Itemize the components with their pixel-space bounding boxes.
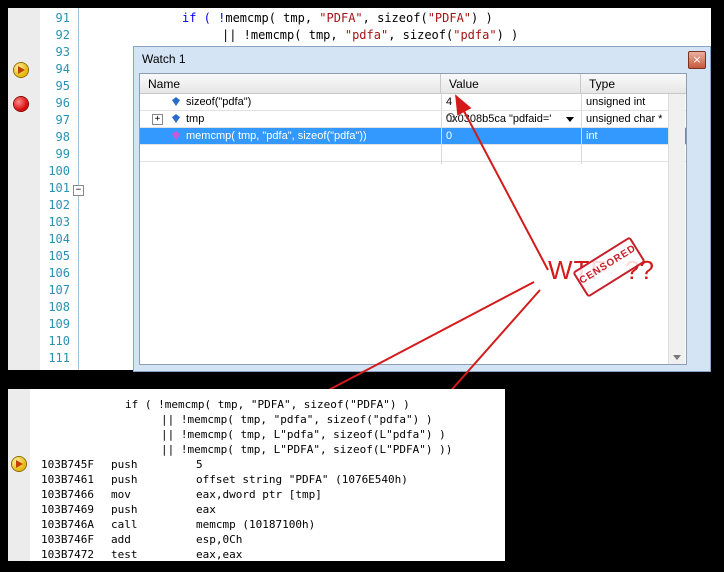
watch-name: tmp	[186, 113, 205, 125]
line-number: 108	[48, 300, 70, 314]
instruction-opcode: call	[111, 518, 138, 531]
instruction-address: 103B746A	[41, 518, 94, 531]
dropdown-icon[interactable]	[566, 117, 574, 122]
code-token: ) )	[496, 28, 519, 42]
line-number: 97	[55, 113, 70, 127]
watch-value[interactable]: 0	[446, 128, 576, 144]
watch-titlebar[interactable]: Watch 1 ×	[134, 47, 710, 71]
scroll-down-icon[interactable]	[673, 355, 681, 360]
field-icon	[172, 114, 180, 123]
line-number: 110	[48, 334, 70, 348]
code-string: "PDFA"	[427, 11, 472, 25]
line-number: 98	[55, 130, 70, 144]
column-header-type[interactable]: Type	[581, 74, 686, 94]
instruction-operand: eax,eax	[196, 548, 243, 561]
line-number: 102	[48, 198, 70, 212]
line-number: 107	[48, 283, 70, 297]
line-number: 100	[48, 164, 70, 178]
watch-title: Watch 1	[142, 52, 186, 66]
code-token: ( tmp,	[294, 28, 345, 42]
current-statement-arrow-icon	[14, 63, 28, 77]
code-token: , sizeof(	[388, 28, 454, 42]
instruction-opcode: push	[111, 473, 138, 486]
current-instruction-arrow-icon	[12, 457, 26, 471]
column-divider	[581, 94, 582, 164]
watch-value[interactable]: 0x0308b5ca "pdfaid='h	[446, 111, 551, 127]
code-token: ( tmp,	[268, 11, 320, 25]
code-line-91: if ( !memcmp( tmp, "PDFA", sizeof("PDFA"…	[182, 10, 493, 27]
line-number: 93	[55, 45, 70, 59]
column-header-value[interactable]: Value	[441, 74, 581, 94]
line-number: 95	[55, 79, 70, 93]
line-number: 111	[48, 351, 70, 365]
instruction-address: 103B745F	[41, 458, 94, 471]
instruction-address: 103B7469	[41, 503, 94, 516]
instruction-opcode: push	[111, 458, 138, 471]
code-line-92: || !memcmp( tmp, "pdfa", sizeof("pdfa") …	[222, 27, 518, 44]
source-line: || !memcmp( tmp, L"pdfa", sizeof(L"pdfa"…	[161, 428, 446, 441]
instruction-operand: esp,0Ch	[196, 533, 243, 546]
instruction-address: 103B7466	[41, 488, 94, 501]
line-number: 92	[55, 28, 70, 42]
column-header-name[interactable]: Name	[140, 74, 441, 94]
watch-row-empty[interactable]	[140, 145, 686, 162]
instruction-address: 103B7461	[41, 473, 94, 486]
code-token: memcmp	[250, 28, 295, 42]
line-number: 105	[48, 249, 70, 263]
line-number: 104	[48, 232, 70, 246]
instruction-operand: offset string "PDFA" (1076E540h)	[196, 473, 408, 486]
code-string: "pdfa"	[344, 28, 389, 42]
instruction-opcode: add	[111, 533, 131, 546]
line-number: 94	[55, 62, 70, 76]
disassembly-margin[interactable]	[8, 389, 30, 561]
instruction-opcode: test	[111, 548, 138, 561]
code-string: "pdfa"	[453, 28, 497, 42]
line-number: 101	[48, 181, 70, 195]
line-number: 103	[48, 215, 70, 229]
watch-name: memcmp( tmp, "pdfa", sizeof("pdfa"))	[186, 130, 367, 142]
source-line: || !memcmp( tmp, "pdfa", sizeof("pdfa") …	[161, 413, 433, 426]
watch-row[interactable]: + tmp 0x0308b5ca "pdfaid='h unsigned cha…	[140, 111, 686, 128]
instruction-address: 103B746F	[41, 533, 94, 546]
code-token: , sizeof(	[362, 11, 428, 25]
watch-name: sizeof("pdfa")	[186, 96, 252, 108]
code-token: || !	[222, 28, 251, 42]
line-number: 99	[55, 147, 70, 161]
code-token: memcmp	[225, 11, 269, 25]
line-number: 106	[48, 266, 70, 280]
source-line: if ( !memcmp( tmp, "PDFA", sizeof("PDFA"…	[125, 398, 410, 411]
watch-value[interactable]: 4	[446, 94, 576, 110]
watch-row[interactable]: sizeof("pdfa") 4 unsigned int	[140, 94, 686, 111]
breakpoint-icon[interactable]	[14, 97, 28, 111]
instruction-opcode: mov	[111, 488, 131, 501]
instruction-operand: eax	[196, 503, 216, 516]
instruction-address: 103B7472	[41, 548, 94, 561]
code-token: if ( !	[182, 11, 226, 25]
instruction-operand: 5	[196, 458, 203, 471]
breakpoint-margin[interactable]	[8, 8, 40, 370]
close-icon[interactable]: ×	[688, 51, 706, 69]
function-icon	[172, 131, 180, 140]
code-string: "PDFA"	[319, 11, 363, 25]
watch-grid[interactable]: Name Value Type sizeof("pdfa") 4 unsigne…	[139, 73, 687, 365]
line-number: 109	[48, 317, 70, 331]
expand-icon[interactable]: +	[152, 114, 163, 125]
instruction-operand: eax,dword ptr [tmp]	[196, 488, 322, 501]
field-icon	[172, 97, 180, 106]
line-number: 91	[55, 11, 70, 25]
instruction-opcode: push	[111, 503, 138, 516]
column-divider	[441, 94, 442, 164]
vertical-scrollbar[interactable]	[668, 94, 685, 364]
code-token: ) )	[471, 11, 493, 25]
magnifier-icon[interactable]	[446, 113, 455, 122]
watch-row-selected[interactable]: memcmp( tmp, "pdfa", sizeof("pdfa")) 0 i…	[140, 128, 686, 145]
watch-window[interactable]: Watch 1 × Name Value Type sizeof("pdfa")…	[133, 46, 711, 372]
instruction-operand: memcmp (10187100h)	[196, 518, 316, 531]
collapse-icon[interactable]: −	[73, 185, 84, 196]
disassembly-view[interactable]: if ( !memcmp( tmp, "PDFA", sizeof("PDFA"…	[8, 389, 505, 561]
source-line: || !memcmp( tmp, L"PDFA", sizeof(L"PDFA"…	[161, 443, 453, 456]
line-number: 96	[55, 96, 70, 110]
